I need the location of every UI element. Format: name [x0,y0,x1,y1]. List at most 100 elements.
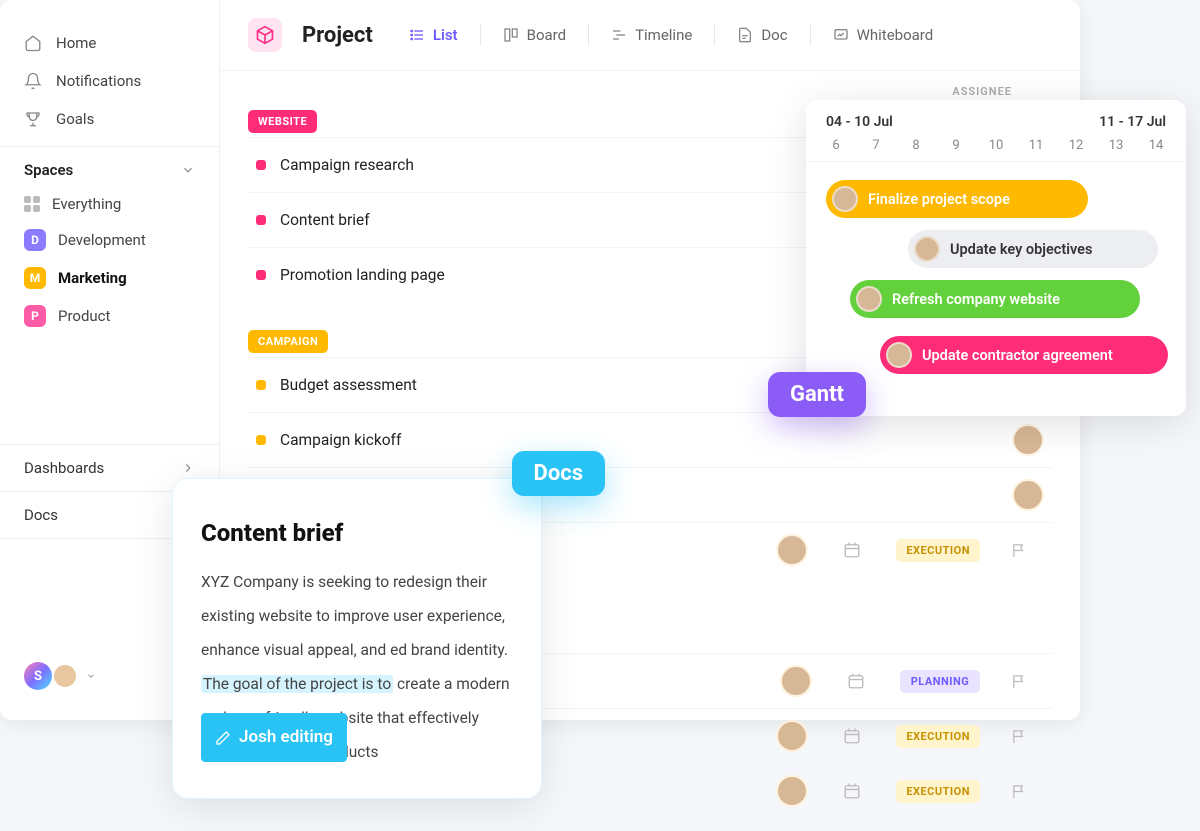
calendar-icon [843,782,861,800]
assignee-avatar[interactable] [1012,424,1044,456]
view-tab-label: Doc [761,26,787,44]
nav-goals-label: Goals [56,110,94,128]
gantt-day: 8 [896,138,936,153]
avatar [52,663,78,689]
gantt-bar[interactable]: Update contractor agreement [880,336,1168,374]
space-everything[interactable]: Everything [0,187,219,221]
due-date[interactable] [822,541,882,559]
task-row[interactable]: Campaign kickoff [248,412,1052,467]
nav-goals[interactable]: Goals [0,100,219,138]
avatar [856,286,882,312]
calendar-icon [843,541,861,559]
gantt-bar-label: Update key objectives [950,241,1092,258]
grid-icon [24,196,40,212]
avatar [914,236,940,262]
view-tab-whiteboard[interactable]: Whiteboard [827,22,940,48]
space-badge: M [24,267,46,289]
assignee-avatar[interactable] [780,665,812,697]
gantt-week2: 11 - 17 Jul [1099,114,1166,130]
assignee-avatar[interactable] [776,720,808,752]
gantt-day: 9 [936,138,976,153]
docs-label: Docs [512,451,605,496]
nav-docs-label: Docs [24,506,58,524]
status-badge[interactable]: EXECUTION [896,725,980,748]
assignee-avatar[interactable] [776,534,808,566]
gantt-bar-label: Refresh company website [892,291,1060,308]
gantt-bar[interactable]: Refresh company website [850,280,1140,318]
view-tab-list[interactable]: List [403,22,464,48]
space-badge: D [24,229,46,251]
due-date[interactable] [822,782,882,800]
chevron-down-icon [181,163,195,177]
priority[interactable] [994,542,1044,559]
col-assignee: ASSIGNEE [952,85,1012,98]
gantt-day: 14 [1136,138,1176,153]
status-badge[interactable]: EXECUTION [896,539,980,562]
nav-notifications[interactable]: Notifications [0,62,219,100]
gantt-day: 10 [976,138,1016,153]
nav-notifications-label: Notifications [56,72,141,90]
gantt-body: Finalize project scope Update key objecti… [806,162,1186,392]
view-tab-label: Timeline [635,26,692,44]
priority[interactable] [994,728,1044,745]
calendar-icon [847,672,865,690]
timeline-icon [611,27,627,43]
column-headers: ASSIGNEE [220,71,1080,98]
space-item-development[interactable]: DDevelopment [0,221,219,259]
assignee-avatar[interactable] [776,775,808,807]
docs-title: Content brief [201,519,513,547]
priority[interactable] [994,783,1044,800]
chevron-right-icon [181,461,195,475]
priority[interactable] [994,673,1044,690]
space-item-product[interactable]: PProduct [0,297,219,335]
space-label: Marketing [58,269,127,287]
flag-icon [1011,783,1028,800]
pencil-icon [215,730,231,746]
assignee-avatar[interactable] [1012,479,1044,511]
docs-text-highlight: The goal of the project is to [201,675,393,693]
status-badge[interactable]: EXECUTION [896,780,980,803]
flag-icon [1011,728,1028,745]
gantt-day: 7 [856,138,896,153]
due-date[interactable] [826,672,886,690]
gantt-bar[interactable]: Update key objectives [908,230,1158,268]
status-dot [256,435,266,445]
group-label[interactable]: CAMPAIGN [248,330,328,353]
gantt-day: 13 [1096,138,1136,153]
spaces-header[interactable]: Spaces [0,146,219,187]
avatar [886,342,912,368]
nav-home-label: Home [56,34,96,52]
docs-preview-card: Docs Content brief XYZ Company is seekin… [172,478,542,799]
docs-body: XYZ Company is seeking to redesign their… [201,565,513,770]
space-badge: P [24,305,46,327]
spaces-header-label: Spaces [24,161,73,179]
gantt-bar[interactable]: Finalize project scope [826,180,1088,218]
avatar [832,186,858,212]
gantt-bar-label: Finalize project scope [868,191,1010,208]
status-dot [256,270,266,280]
board-icon [503,27,519,43]
group-label[interactable]: WEBSITE [248,110,317,133]
flag-icon [1011,542,1028,559]
view-tab-doc[interactable]: Doc [731,22,793,48]
gantt-label: Gantt [768,372,866,417]
nav-home[interactable]: Home [0,24,219,62]
view-tab-board[interactable]: Board [497,22,572,48]
status-badge[interactable]: PLANNING [900,670,980,693]
flag-icon [1011,673,1028,690]
doc-icon [737,27,753,43]
editing-indicator: Josh editing [201,713,347,762]
nav-dashboards-label: Dashboards [24,459,104,477]
gantt-preview-card: 04 - 10 Jul 11 - 17 Jul 67891011121314 F… [806,100,1186,416]
workspace-badge: S [24,662,52,690]
bell-icon [24,72,42,90]
due-date[interactable] [822,727,882,745]
trophy-icon [24,110,42,128]
space-item-marketing[interactable]: M Marketing [0,259,219,297]
project-title: Project [302,23,373,48]
view-tab-timeline[interactable]: Timeline [605,22,698,48]
view-tab-label: List [433,26,458,44]
view-tab-label: Board [527,26,566,44]
project-icon [248,18,282,52]
gantt-week1: 04 - 10 Jul [826,114,893,130]
